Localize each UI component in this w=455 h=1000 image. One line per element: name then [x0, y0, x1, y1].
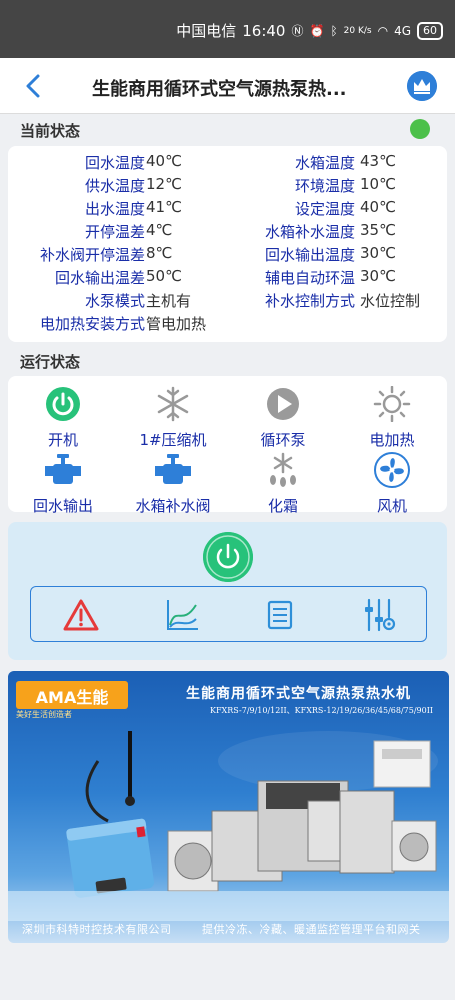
company-name: 深圳市科特时控技术有限公司 [22, 923, 172, 936]
alarm-clock-icon: ⏰ [309, 23, 325, 38]
run-item-compressor[interactable]: 1#压缩机 [118, 386, 228, 450]
status-value: 50℃ [146, 267, 182, 285]
alarm-icon[interactable] [63, 597, 99, 633]
status-value: 35℃ [360, 221, 396, 239]
status-label: 设定温度 [294, 200, 355, 218]
bluetooth-icon: ᛒ [330, 23, 338, 38]
crown-vip-icon[interactable] [407, 71, 437, 101]
nfc-icon: Ⓝ [291, 24, 304, 38]
run-item-label: 风机 [376, 497, 407, 515]
tool-bar [30, 586, 427, 642]
status-label: 环境温度 [294, 177, 355, 195]
chart-icon[interactable] [164, 597, 200, 633]
status-row: 补水阀开停温差 8℃ 回水输出温度 30℃ [8, 244, 447, 267]
status-value: 水位控制 [360, 292, 421, 310]
status-label: 水箱温度 [294, 154, 355, 172]
run-item-label: 开机 [47, 431, 78, 449]
fan-icon [374, 452, 410, 488]
top-navigation-bar: 生能商用循环式空气源热泵热... [0, 58, 455, 114]
banner-footer: 深圳市科特时控技术有限公司 提供冷冻、冷藏、暖通监控管理平台和网关 [22, 921, 420, 937]
status-label: 开停温差 [84, 223, 145, 241]
status-value: 43℃ [360, 152, 396, 170]
status-label: 回水输出温差 [54, 269, 145, 287]
battery-indicator: 60 [417, 21, 443, 40]
online-status-dot [410, 119, 430, 139]
status-bar-right: 中国电信 16:40 Ⓝ ⏰ ᛒ 20 K/s ◠ 4G 60 [176, 20, 443, 41]
defrost-icon [270, 452, 296, 487]
service-description: 提供冷冻、冷藏、暖通监控管理平台和网关 [202, 923, 421, 936]
run-item-label: 水箱补水阀 [135, 497, 211, 515]
status-label: 回水温度 [84, 154, 145, 172]
status-value: 30℃ [360, 267, 396, 285]
status-row: 回水温度 40℃ 水箱温度 43℃ [8, 152, 447, 175]
run-item-circulation-pump[interactable]: 循环泵 [228, 386, 338, 450]
status-label: 水箱补水温度 [264, 223, 355, 241]
status-label: 辅电自动环温 [264, 269, 355, 287]
status-value: 12℃ [146, 175, 182, 193]
status-row: 出水温度 41℃ 设定温度 40℃ [8, 198, 447, 221]
wifi-icon: ◠ [377, 23, 389, 38]
pump-play-icon [267, 388, 299, 420]
run-item-power[interactable]: 开机 [8, 386, 118, 450]
run-item-fan[interactable]: 风机 [337, 452, 447, 516]
status-value: 主机有 [146, 292, 192, 310]
status-label: 回水输出温度 [264, 246, 355, 264]
back-arrow-icon[interactable] [20, 72, 48, 100]
status-value: 10℃ [360, 175, 396, 193]
banner-model-list: KFXRS-7/9/10/12II、KFXRS-12/19/26/36/45/6… [210, 706, 434, 715]
list-icon[interactable] [262, 597, 298, 633]
status-label: 水泵模式 [84, 292, 145, 310]
brand-slogan: 美好生活创造者 [16, 710, 72, 719]
status-value: 40℃ [360, 198, 396, 216]
ama-brand-logo: AMA生能 [16, 681, 128, 709]
current-status-heading: 当前状态 [20, 122, 81, 140]
run-item-label: 循环泵 [260, 431, 306, 449]
power-button[interactable] [203, 532, 253, 582]
sun-icon [373, 385, 411, 423]
status-label: 电加热安装方式 [39, 315, 145, 333]
net-speed: 20 K/s [343, 25, 372, 36]
clock-time: 16:40 [242, 21, 286, 40]
run-status-card: 开机 1#压缩机 循环泵 电加热 回水输出 水箱补水阀 化霜 风机 [8, 376, 447, 515]
status-row: 开停温差 4℃ 水箱补水温度 35℃ [8, 221, 447, 244]
status-value: 41℃ [146, 198, 182, 216]
status-label: 供水温度 [84, 177, 145, 195]
run-item-electric-heater[interactable]: 电加热 [337, 385, 447, 450]
settings-sliders-icon[interactable] [361, 597, 397, 633]
valve-icon [45, 454, 81, 484]
run-status-heading: 运行状态 [20, 353, 81, 371]
status-value: 管电加热 [146, 315, 207, 333]
current-status-card: 回水温度 40℃ 水箱温度 43℃ 供水温度 12℃ 环境温度 10℃ 出水温度… [8, 146, 447, 342]
run-item-tank-refill-valve[interactable]: 水箱补水阀 [118, 452, 228, 516]
product-banner[interactable]: AMA生能 美好生活创造者 生能商用循环式空气源热泵热水机 KFXRS-7/9/… [8, 671, 449, 943]
run-item-label: 化霜 [267, 497, 298, 515]
status-label: 补水控制方式 [264, 292, 355, 310]
status-value: 8℃ [146, 244, 173, 262]
ama-logo-text: AMA生能 [35, 688, 109, 707]
run-item-label: 电加热 [369, 431, 415, 449]
status-row: 回水输出温差 50℃ 辅电自动环温 30℃ [8, 267, 447, 290]
snowflake-icon [157, 386, 189, 422]
status-value: 30℃ [360, 244, 396, 262]
status-value: 4℃ [146, 221, 173, 239]
system-status-bar: 中国电信 16:40 Ⓝ ⏰ ᛒ 20 K/s ◠ 4G 60 [0, 0, 455, 58]
status-label: 补水阀开停温差 [39, 246, 145, 264]
status-row: 供水温度 12℃ 环境温度 10℃ [8, 175, 447, 198]
cellular-4g: 4G [394, 23, 411, 38]
status-row: 电加热安装方式 管电加热 [8, 313, 447, 336]
run-item-label: 1#压缩机 [139, 431, 207, 449]
run-item-label: 回水输出 [32, 497, 93, 515]
carrier-label: 中国电信 [176, 22, 237, 40]
run-item-defrost[interactable]: 化霜 [228, 452, 338, 516]
banner-title: 生能商用循环式空气源热泵热水机 [186, 686, 411, 702]
status-label: 出水温度 [84, 200, 145, 218]
banner-product-illustration [8, 731, 449, 921]
power-on-icon [46, 387, 80, 421]
status-row: 水泵模式 主机有 补水控制方式 水位控制 [8, 290, 447, 313]
run-item-return-output[interactable]: 回水输出 [8, 452, 118, 516]
valve-icon [155, 454, 191, 484]
status-value: 40℃ [146, 152, 182, 170]
page-title: 生能商用循环式空气源热泵热... [92, 79, 347, 100]
control-panel [8, 522, 447, 660]
